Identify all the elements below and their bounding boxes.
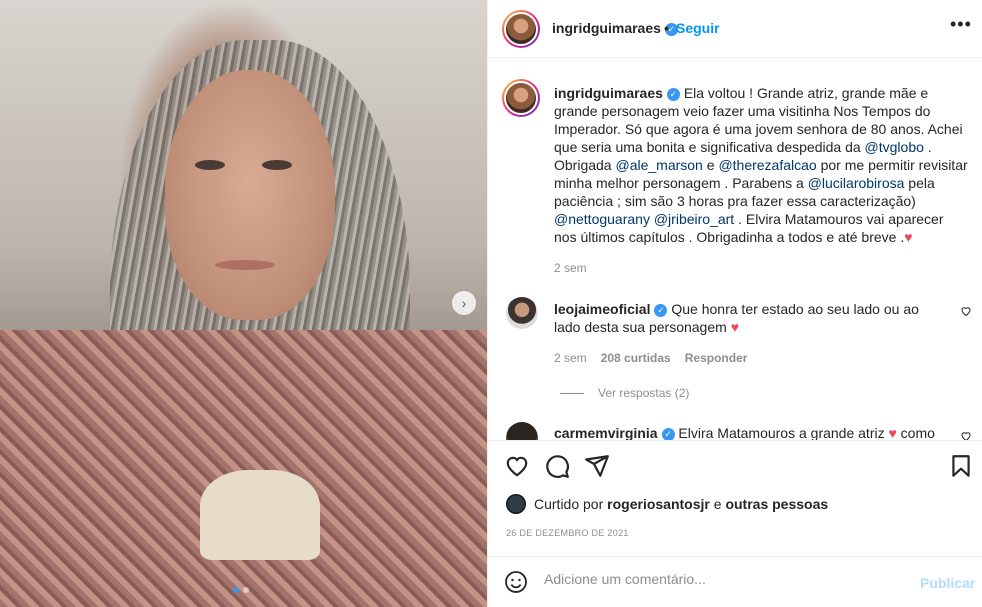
- post-panel: ingridguimaraes ✓ • Seguir ••• ingridguim…: [487, 0, 982, 607]
- photo-mouth: [215, 260, 275, 270]
- mention-link[interactable]: @nettoguarany: [554, 211, 650, 227]
- liker-username[interactable]: rogeriosantosjr: [607, 496, 710, 512]
- liked-by-text: Curtido por rogeriosantosjr e outras pes…: [534, 496, 828, 512]
- comment-input[interactable]: [544, 571, 904, 587]
- photo-eye-right: [262, 160, 292, 170]
- save-bookmark-icon[interactable]: [948, 453, 974, 479]
- emoji-smiley-icon[interactable]: [504, 570, 528, 594]
- replies-divider: [560, 392, 584, 394]
- verified-icon: ✓: [661, 427, 675, 440]
- liker-avatar[interactable]: [506, 494, 526, 514]
- action-bar: [488, 440, 982, 490]
- photo-face: [165, 70, 335, 320]
- caption-username[interactable]: ingridguimaraes: [554, 85, 663, 101]
- verified-icon: ✓: [654, 303, 668, 317]
- share-plane-icon[interactable]: [584, 453, 610, 479]
- liked-by-conj: e: [713, 496, 722, 512]
- comment-username[interactable]: leojaimeoficial: [554, 301, 650, 317]
- comment-like-icon[interactable]: [960, 430, 972, 440]
- comment-body-tail: como: [896, 425, 935, 440]
- mention-link[interactable]: @tvglobo: [865, 139, 924, 155]
- mention-link[interactable]: @lucilarobirosa: [808, 175, 905, 191]
- photo-collar: [200, 470, 320, 560]
- mention-link[interactable]: @therezafalcao: [718, 157, 816, 173]
- heart-emoji-icon: ♥: [730, 319, 739, 335]
- comments-section[interactable]: ingridguimaraes ✓ Ela voltou ! Grande atr…: [488, 59, 982, 440]
- carousel-dots: [233, 587, 249, 593]
- comment-like-icon[interactable]: [960, 305, 972, 320]
- verified-icon: ✓: [666, 87, 680, 101]
- next-photo-button[interactable]: ›: [452, 291, 476, 315]
- header-bullet: •: [664, 20, 669, 36]
- like-heart-icon[interactable]: [504, 453, 530, 479]
- caption-timestamp[interactable]: 2 sem: [554, 261, 587, 275]
- comment-text: carmemvirginia ✓ Elvira Matamouros a gran…: [554, 425, 954, 440]
- mention-link[interactable]: @jribeiro_art: [654, 211, 734, 227]
- photo-clothing: [0, 330, 487, 607]
- liked-by-others[interactable]: outras pessoas: [725, 496, 828, 512]
- publish-button[interactable]: Publicar: [920, 575, 975, 591]
- carousel-dot: [243, 587, 249, 593]
- post-date[interactable]: 26 DE DEZEMBRO DE 2021: [506, 528, 629, 538]
- heart-emoji-icon: ♥: [904, 229, 913, 245]
- caption-part: e: [702, 157, 719, 173]
- post-photo[interactable]: ›: [0, 0, 487, 607]
- mention-link[interactable]: @ale_marson: [615, 157, 702, 173]
- liked-by-prefix: Curtido por: [534, 496, 604, 512]
- caption-avatar[interactable]: [502, 79, 540, 117]
- comment-likes-count[interactable]: 208 curtidas: [601, 351, 671, 365]
- heart-emoji-icon: ♥: [888, 425, 897, 440]
- add-comment-bar: Publicar: [488, 556, 982, 607]
- view-replies[interactable]: Ver respostas (2): [560, 386, 689, 400]
- view-replies-label[interactable]: Ver respostas (2): [598, 386, 689, 400]
- liked-by: Curtido por rogeriosantosjr e outras pes…: [506, 494, 828, 514]
- carousel-dot-active: [233, 587, 239, 593]
- post-header: ingridguimaraes ✓ • Seguir •••: [488, 0, 982, 58]
- reply-button[interactable]: Responder: [685, 351, 748, 365]
- caption-text: ingridguimaraes ✓ Ela voltou ! Grande atr…: [554, 84, 969, 246]
- comment-text: leojaimeoficial ✓ Que honra ter estado ao…: [554, 300, 944, 336]
- author-avatar[interactable]: [502, 10, 540, 48]
- more-options-icon[interactable]: •••: [950, 14, 972, 35]
- photo-eye-left: [195, 160, 225, 170]
- follow-button[interactable]: Seguir: [676, 20, 720, 36]
- comment-username[interactable]: carmemvirginia: [554, 425, 658, 440]
- comment-avatar[interactable]: [506, 297, 538, 329]
- comment-body: Elvira Matamouros a grande atriz: [678, 425, 889, 440]
- comment-bubble-icon[interactable]: [544, 453, 570, 479]
- comment-meta: 2 sem 208 curtidas Responder: [554, 351, 747, 365]
- author-username[interactable]: ingridguimaraes ✓: [552, 20, 678, 36]
- comment-timestamp[interactable]: 2 sem: [554, 351, 587, 365]
- comment-avatar[interactable]: [506, 422, 538, 440]
